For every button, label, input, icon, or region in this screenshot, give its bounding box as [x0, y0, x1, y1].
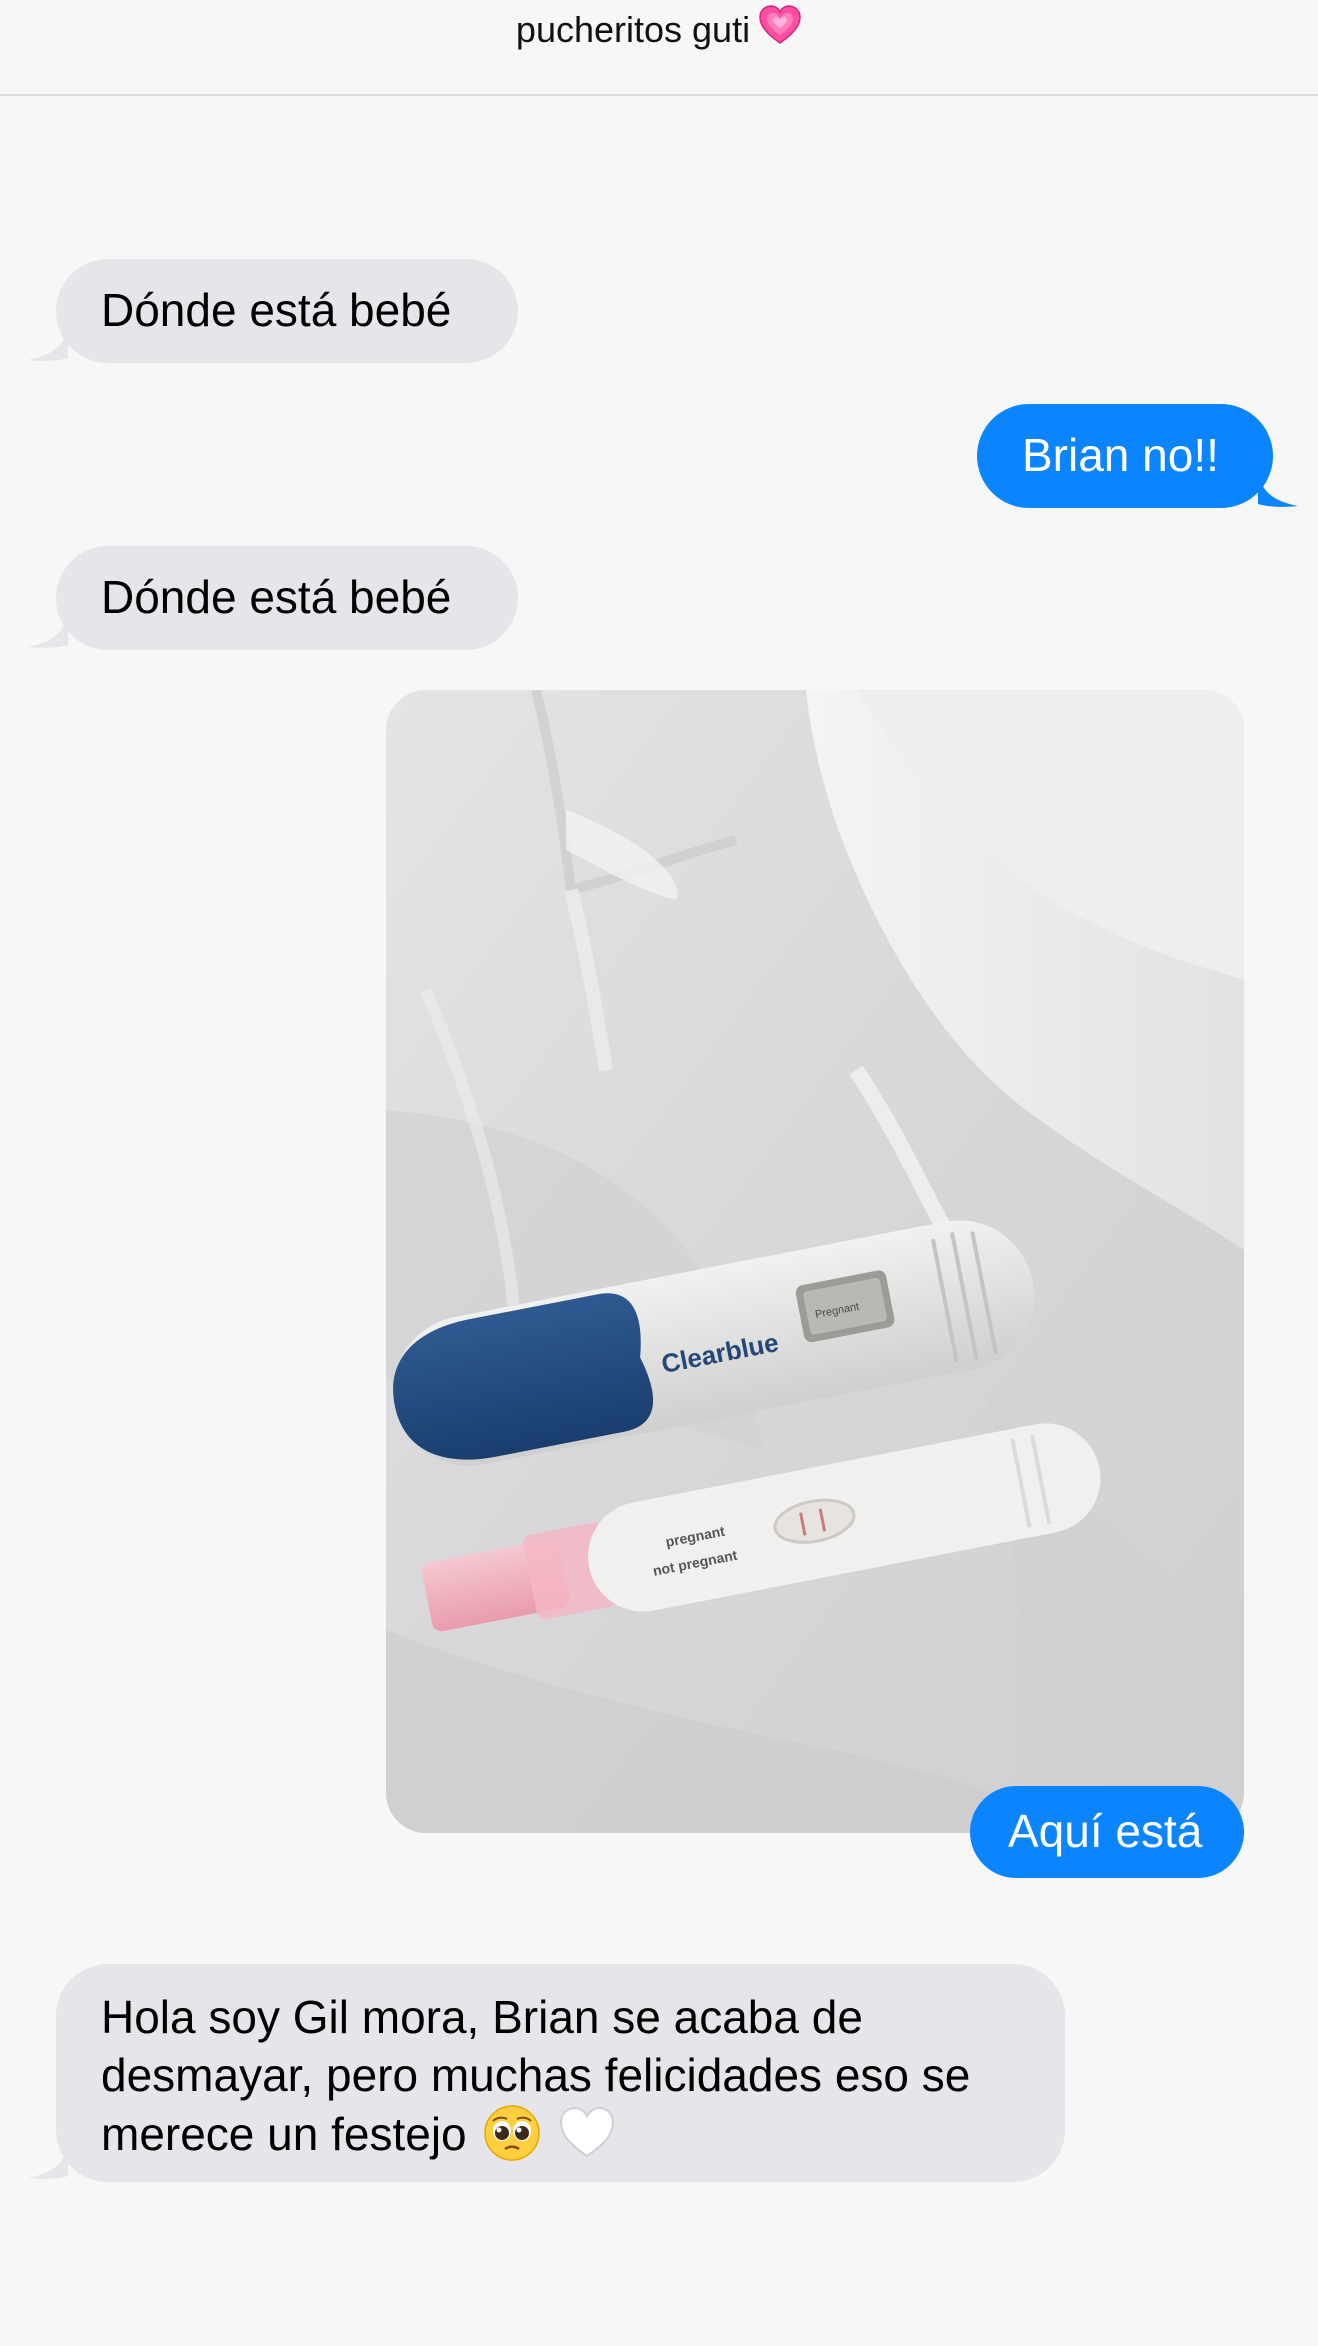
message-sent-1[interactable]: Brian no!!: [977, 404, 1273, 508]
message-received-3[interactable]: Hola soy Gil mora, Brian se acaba de des…: [56, 1964, 1065, 2182]
message-text: Brian no!!: [1022, 429, 1219, 481]
photo-attachment[interactable]: Pregnant Clearblue pregnant not pregnant: [386, 690, 1244, 1833]
growing-heart-icon: [758, 4, 802, 57]
pleading-face-icon: [483, 2104, 541, 2175]
message-text: Dónde está bebé: [101, 571, 452, 623]
message-received-2[interactable]: Dónde está bebé: [56, 546, 518, 650]
conversation-header: pucheritos guti: [0, 0, 1318, 96]
message-sent-2[interactable]: Aquí está: [970, 1786, 1244, 1878]
message-received-1[interactable]: Dónde está bebé: [56, 259, 518, 363]
message-text: Dónde está bebé: [101, 284, 452, 336]
photo-pregnancy-tests: Pregnant Clearblue pregnant not pregnant: [386, 690, 1244, 1833]
white-heart-icon: [558, 2104, 616, 2175]
message-text: Aquí está: [1008, 1805, 1203, 1857]
contact-name-text: pucheritos guti: [515, 9, 751, 50]
contact-name[interactable]: pucheritos guti: [0, 4, 1318, 57]
